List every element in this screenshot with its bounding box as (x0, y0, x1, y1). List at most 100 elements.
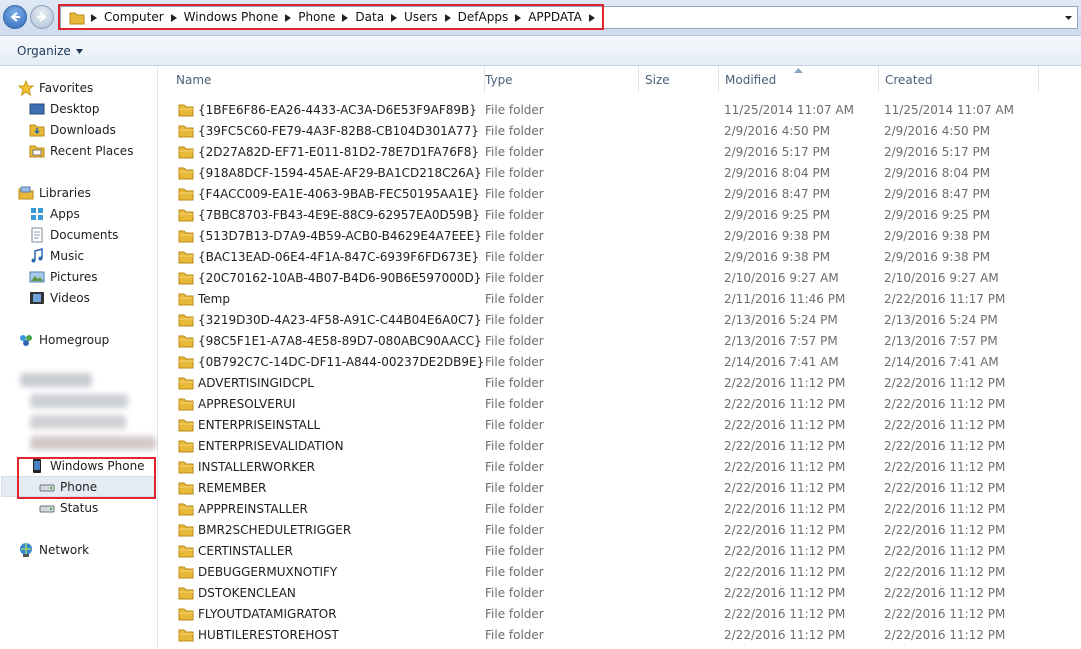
nav-pictures[interactable]: Pictures (29, 266, 98, 287)
table-row[interactable]: {2D27A82D-EF71-E011-81D2-78E7D1FA76F8} Fi… (158, 141, 1081, 162)
back-button[interactable] (3, 5, 27, 29)
table-row[interactable]: DEBUGGERMUXNOTIFY File folder 2/22/2016 11… (158, 561, 1081, 582)
nav-homegroup[interactable]: Homegroup (18, 329, 109, 350)
file-name-cell[interactable]: {513D7B13-D7A9-4B59-ACB0-B4629E4A7EEE} (178, 229, 482, 243)
breadcrumb-separator-icon[interactable] (338, 7, 352, 29)
table-row[interactable]: {BAC13EAD-06E4-4F1A-847C-6939F6FD673E} Fi… (158, 246, 1081, 267)
folder-icon (178, 166, 194, 180)
table-row[interactable]: {7BBC8703-FB43-4E9E-88C9-62957EA0D59B} Fi… (158, 204, 1081, 225)
table-row[interactable]: {39FC5C60-FE79-4A3F-82B8-CB104D301A77} Fi… (158, 120, 1081, 141)
nav-network[interactable]: Network (18, 539, 89, 560)
file-name-cell[interactable]: CERTINSTALLER (178, 544, 293, 558)
table-row[interactable]: APPRESOLVERUI File folder 2/22/2016 11:12 … (158, 393, 1081, 414)
nav-phone-label: Phone (60, 479, 98, 494)
nav-favorites[interactable]: Favorites (18, 77, 93, 98)
table-row[interactable]: Temp File folder 2/11/2016 11:46 PM 2/22/20… (158, 288, 1081, 309)
file-name-cell[interactable]: {0B792C7C-14DC-DF11-A844-00237DE2DB9E} (178, 355, 484, 369)
folder-icon (178, 208, 194, 222)
file-name-cell[interactable]: FLYOUTDATAMIGRATOR (178, 607, 337, 621)
file-name-cell[interactable]: {BAC13EAD-06E4-4F1A-847C-6939F6FD673E} (178, 250, 479, 264)
file-name-cell[interactable]: DEBUGGERMUXNOTIFY (178, 565, 337, 579)
table-row[interactable]: {513D7B13-D7A9-4B59-ACB0-B4629E4A7EEE} Fi… (158, 225, 1081, 246)
breadcrumb-separator-icon[interactable] (511, 7, 525, 29)
file-name-cell[interactable]: {2D27A82D-EF71-E011-81D2-78E7D1FA76F8} (178, 145, 479, 159)
breadcrumb-separator-icon[interactable] (441, 7, 455, 29)
table-row[interactable]: FLYOUTDATAMIGRATOR File folder 2/22/2016 1… (158, 603, 1081, 624)
table-row[interactable]: DSTOKENCLEAN File folder 2/22/2016 11:12 P… (158, 582, 1081, 603)
table-row[interactable]: {98C5F1E1-A7A8-4E58-89D7-080ABC90AACC} Fi… (158, 330, 1081, 351)
file-name-cell[interactable]: {3219D30D-4A23-4F58-A91C-C44B04E6A0C7} (178, 313, 482, 327)
table-row[interactable]: INSTALLERWORKER File folder 2/22/2016 11:1… (158, 456, 1081, 477)
table-row[interactable]: {918A8DCF-1594-45AE-AF29-BA1CD218C26A} Fi… (158, 162, 1081, 183)
table-row[interactable]: {0B792C7C-14DC-DF11-A844-00237DE2DB9E} Fi… (158, 351, 1081, 372)
nav-videos[interactable]: Videos (29, 287, 90, 308)
nav-status[interactable]: Status (39, 497, 98, 518)
file-name-cell[interactable]: ADVERTISINGIDCPL (178, 376, 314, 390)
forward-button[interactable] (30, 5, 54, 29)
table-row[interactable]: ENTERPRISEINSTALL File folder 2/22/2016 11… (158, 414, 1081, 435)
table-row[interactable]: APPPREINSTALLER File folder 2/22/2016 11:1… (158, 498, 1081, 519)
file-name-cell[interactable]: APPRESOLVERUI (178, 397, 295, 411)
table-row[interactable]: {3219D30D-4A23-4F58-A91C-C44B04E6A0C7} Fi… (158, 309, 1081, 330)
file-name-cell[interactable]: HUBTILERESTOREHOST (178, 628, 339, 642)
breadcrumb-item[interactable]: Users (401, 7, 441, 28)
breadcrumb-item[interactable]: DefApps (455, 7, 512, 28)
table-row[interactable]: {F4ACC009-EA1E-4063-9BAB-FEC50195AA1E} Fi… (158, 183, 1081, 204)
breadcrumb-separator-icon[interactable] (167, 7, 181, 29)
table-row[interactable]: {1BFE6F86-EA26-4433-AC3A-D6E53F9AF89B} Fi… (158, 99, 1081, 120)
column-header-type[interactable]: Type (479, 66, 639, 93)
breadcrumb-item[interactable]: Phone (295, 7, 338, 28)
column-header-size[interactable]: Size (639, 66, 719, 93)
table-row[interactable]: HUBTILERESTOREHOST File folder 2/22/2016 1… (158, 624, 1081, 645)
nav-recent-places[interactable]: Recent Places (29, 140, 133, 161)
file-name-cell[interactable]: {1BFE6F86-EA26-4433-AC3A-D6E53F9AF89B} (178, 103, 477, 117)
breadcrumb-item[interactable]: Computer (101, 7, 167, 28)
file-name-cell[interactable]: INSTALLERWORKER (178, 460, 315, 474)
file-name-cell[interactable]: Temp (178, 292, 230, 306)
table-row[interactable]: ENTERPRISEVALIDATION File folder 2/22/2016… (158, 435, 1081, 456)
table-row[interactable]: CERTINSTALLER File folder 2/22/2016 11:12 … (158, 540, 1081, 561)
nav-apps[interactable]: Apps (29, 203, 80, 224)
file-name-cell[interactable]: REMEMBER (178, 481, 266, 495)
breadcrumb-separator-icon[interactable] (387, 7, 401, 29)
file-name-cell[interactable]: DSTOKENCLEAN (178, 586, 296, 600)
table-row[interactable]: REMEMBER File folder 2/22/2016 11:12 PM 2/2… (158, 477, 1081, 498)
breadcrumb-separator-icon[interactable] (585, 7, 599, 29)
file-name-cell[interactable]: {98C5F1E1-A7A8-4E58-89D7-080ABC90AACC} (178, 334, 482, 348)
breadcrumb-separator-icon[interactable] (87, 7, 101, 29)
column-header-name[interactable]: Name (170, 66, 485, 93)
nav-apps-label: Apps (50, 206, 80, 221)
file-created: 2/13/2016 7:57 PM (884, 333, 998, 348)
breadcrumb-item[interactable]: APPDATA (525, 7, 585, 28)
table-row[interactable]: BMR2SCHEDULETRIGGER File folder 2/22/2016 … (158, 519, 1081, 540)
column-header-created[interactable]: Created (879, 66, 1039, 93)
nav-documents[interactable]: Documents (29, 224, 118, 245)
breadcrumb-item[interactable]: Data (352, 7, 387, 28)
file-name-cell[interactable]: APPPREINSTALLER (178, 502, 308, 516)
file-name-cell[interactable]: BMR2SCHEDULETRIGGER (178, 523, 351, 537)
file-name-cell[interactable]: {7BBC8703-FB43-4E9E-88C9-62957EA0D59B} (178, 208, 480, 222)
file-created: 2/22/2016 11:12 PM (884, 459, 1006, 474)
file-name-cell[interactable]: {39FC5C60-FE79-4A3F-82B8-CB104D301A77} (178, 124, 479, 138)
nav-windows-phone[interactable]: Windows Phone (29, 455, 145, 476)
nav-phone[interactable]: Phone (39, 476, 97, 497)
nav-music[interactable]: Music (29, 245, 84, 266)
file-name-cell[interactable]: ENTERPRISEINSTALL (178, 418, 320, 432)
organize-button[interactable]: Organize (17, 44, 83, 58)
file-name-cell[interactable]: ENTERPRISEVALIDATION (178, 439, 344, 453)
file-type: File folder (485, 186, 544, 201)
breadcrumb-separator-icon[interactable] (281, 7, 295, 29)
nav-desktop[interactable]: Desktop (29, 98, 100, 119)
file-name-cell[interactable]: {F4ACC009-EA1E-4063-9BAB-FEC50195AA1E} (178, 187, 480, 201)
breadcrumb-item[interactable]: Windows Phone (181, 7, 282, 28)
nav-downloads[interactable]: Downloads (29, 119, 116, 140)
address-history-chevron-icon[interactable] (1064, 13, 1073, 22)
file-type: File folder (485, 606, 544, 621)
table-row[interactable]: {20C70162-10AB-4B07-B4D6-90B6E597000D} Fi… (158, 267, 1081, 288)
table-row[interactable]: ADVERTISINGIDCPL File folder 2/22/2016 11:… (158, 372, 1081, 393)
file-name-cell[interactable]: {20C70162-10AB-4B07-B4D6-90B6E597000D} (178, 271, 481, 285)
file-modified: 2/11/2016 11:46 PM (724, 291, 846, 306)
address-box[interactable]: Computer Windows Phone Phone Data Users DefAp… (60, 6, 1078, 29)
file-name-cell[interactable]: {918A8DCF-1594-45AE-AF29-BA1CD218C26A} (178, 166, 482, 180)
nav-libraries[interactable]: Libraries (18, 182, 91, 203)
